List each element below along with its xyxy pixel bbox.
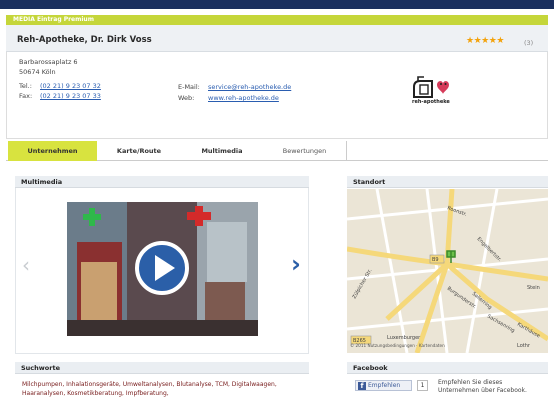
multimedia-heading: Multimedia [15, 176, 309, 188]
star-icon: ★ [481, 36, 489, 46]
tab-bewertungen[interactable]: Bewertungen [263, 141, 347, 161]
map-label-lothringer: Lothr [517, 343, 531, 349]
suchworte-heading: Suchworte [15, 362, 309, 374]
address-city: 50674 Köln [19, 68, 56, 76]
map-label-luxemburger: Luxemburger [387, 335, 421, 341]
rating-stars[interactable]: ★★★★★ [466, 37, 504, 46]
facebook-like-button[interactable]: f Empfehlen [355, 380, 412, 391]
facebook-like-count: 1 [417, 380, 428, 391]
facebook-icon: f [358, 382, 366, 390]
facebook-heading: Facebook [347, 362, 548, 374]
address-street: Barbarossaplatz 6 [19, 58, 78, 66]
business-logo: reh-apotheke [410, 73, 452, 107]
chevron-left-icon[interactable]: ‹ [22, 253, 30, 277]
tab-multimedia[interactable]: Multimedia [181, 141, 263, 161]
top-navy-bar [0, 0, 554, 9]
standort-heading: Standort [347, 176, 548, 188]
web-label: Web: [178, 94, 195, 102]
map-attribution: © 2011 Nutzungsbedingungen · Kartendaten [350, 343, 445, 348]
facebook-recommend-text: Empfehlen Sie dieses Unternehmen über Fa… [438, 379, 527, 394]
fax-link[interactable]: (02 21) 9 23 07 33 [40, 92, 101, 100]
star-icon: ★ [466, 36, 474, 46]
location-map[interactable]: B9 B265 Zülpicher Str. Burgunderstr. Sal… [347, 189, 548, 353]
email-link[interactable]: service@reh-apotheke.de [208, 83, 291, 91]
tel-label: Tel.: [19, 82, 32, 90]
map-label-stein: Stein [527, 285, 540, 291]
facebook-like-label: Empfehlen [368, 382, 401, 389]
map-label-b9: B9 [432, 257, 439, 263]
web-link[interactable]: www.reh-apotheke.de [208, 94, 279, 102]
star-icon: ★ [496, 36, 504, 46]
fax-label: Fax: [19, 92, 33, 100]
tab-unternehmen[interactable]: Unternehmen [8, 141, 97, 161]
business-name: Reh-Apotheke, Dr. Dirk Voss [17, 35, 152, 45]
tab-karte-route[interactable]: Karte/Route [97, 141, 181, 161]
logo-text: reh-apotheke [412, 99, 450, 105]
rating-count[interactable]: (3) [524, 39, 533, 47]
tel-link[interactable]: (02 21) 9 23 07 32 [40, 82, 101, 90]
chevron-right-icon[interactable]: › [291, 250, 301, 278]
suchworte-text: Milchpumpen, Inhalationsgeräte, Umweltan… [22, 381, 277, 397]
premium-banner: MEDIA Eintrag Premium [6, 15, 548, 25]
video-player[interactable] [67, 202, 258, 336]
play-icon[interactable] [134, 240, 190, 296]
email-label: E-Mail: [178, 83, 200, 91]
